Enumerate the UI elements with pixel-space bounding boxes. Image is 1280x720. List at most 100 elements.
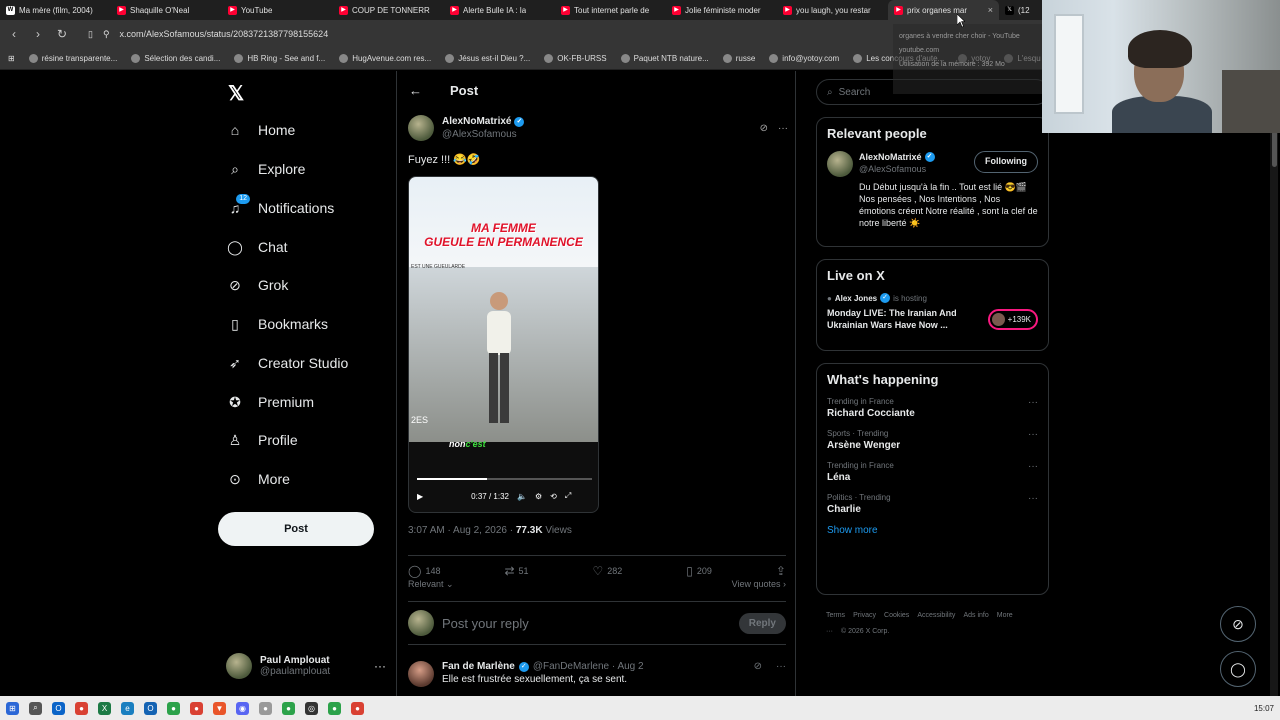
view-quotes-link[interactable]: View quotes ›: [732, 579, 786, 590]
trend-item[interactable]: Trending in France Richard Cocciante ···: [827, 397, 1038, 419]
reply-action[interactable]: ◯ 148: [408, 564, 440, 578]
live-show-title[interactable]: Monday LIVE: The Iranian And Ukrainian W…: [827, 307, 982, 331]
site-info-icon[interactable]: ⚲: [103, 29, 110, 40]
nav-item-profile[interactable]: ♙ Profile: [226, 428, 298, 452]
footer-link[interactable]: Cookies: [884, 612, 909, 619]
avatar[interactable]: [827, 151, 853, 177]
discord-icon[interactable]: ◉: [236, 701, 249, 715]
chrome-icon[interactable]: ●: [75, 701, 88, 715]
show-more-link[interactable]: Show more: [827, 525, 1038, 536]
account-more-icon[interactable]: ···: [374, 659, 386, 673]
bookmark-action[interactable]: ▯ 209: [686, 564, 712, 578]
account-switcher[interactable]: Paul Amplouat @paulamplouat ···: [226, 649, 386, 683]
nav-item-notifications[interactable]: ♫ 12 Notifications: [226, 194, 334, 220]
chrome-6-icon[interactable]: ●: [328, 701, 341, 715]
bookmark-item[interactable]: Paquet NTB nature...: [620, 54, 709, 63]
bookmark-item[interactable]: Sélection des candi...: [131, 54, 220, 63]
bookmark-item[interactable]: info@yotoy.com: [769, 54, 839, 63]
chrome-3-icon[interactable]: ●: [190, 701, 203, 715]
bookmark-item[interactable]: russe: [722, 54, 755, 63]
edge-icon[interactable]: e: [121, 701, 134, 715]
x-logo-icon[interactable]: 𝕏: [228, 81, 244, 106]
reply-avatar[interactable]: [408, 661, 434, 687]
windows-start-icon[interactable]: ⊞: [6, 701, 19, 715]
url-text[interactable]: x.com/AlexSofamous/status/20837213877981…: [120, 29, 329, 39]
outlook-2-icon[interactable]: O: [144, 701, 157, 715]
trend-more-icon[interactable]: ···: [1028, 461, 1038, 483]
following-button[interactable]: Following: [974, 151, 1038, 173]
obs-icon[interactable]: ◎: [305, 701, 318, 715]
scrollbar[interactable]: [1270, 71, 1278, 696]
trend-more-icon[interactable]: ···: [1028, 397, 1038, 419]
browser-tab[interactable]: ▶ Alerte Bulle IA : la: [444, 0, 555, 20]
trend-more-icon[interactable]: ···: [1028, 429, 1038, 451]
search-icon[interactable]: ⌕: [29, 701, 42, 715]
chrome-5-icon[interactable]: ●: [282, 701, 295, 715]
outlook-icon[interactable]: O: [52, 701, 65, 715]
share-action[interactable]: ⇪: [776, 564, 786, 578]
author-handle[interactable]: @AlexSofamous: [442, 128, 524, 141]
sort-dropdown[interactable]: Relevant ⌄: [408, 579, 454, 590]
browser-tab[interactable]: ▶ Jolie féministe moder: [666, 0, 777, 20]
author-avatar[interactable]: [408, 115, 434, 141]
nav-item-creator-studio[interactable]: ➶ Creator Studio: [226, 351, 348, 375]
fullscreen-icon[interactable]: ⤢: [565, 491, 571, 501]
footer-link[interactable]: Privacy: [853, 612, 876, 619]
chrome-7-icon[interactable]: ●: [351, 701, 364, 715]
browser-tab[interactable]: ▶ you laugh, you restar: [777, 0, 888, 20]
live-listener-count[interactable]: +139K: [987, 308, 1038, 330]
nav-item-premium[interactable]: ✪ Premium: [226, 390, 314, 414]
browser-tab[interactable]: W Ma mère (film, 2004): [0, 0, 111, 20]
footer-link[interactable]: Terms: [826, 612, 845, 619]
back-icon[interactable]: ←: [409, 83, 422, 98]
forward-arrow-icon[interactable]: ›: [32, 27, 44, 41]
trend-item[interactable]: Trending in France Léna ···: [827, 461, 1038, 483]
browser-tab[interactable]: ▶ COUP DE TONNERR: [333, 0, 444, 20]
reply-author-name[interactable]: Fan de Marlène: [442, 661, 515, 672]
browser-tab[interactable]: ▶ prix organes mar ×: [888, 0, 999, 20]
play-icon[interactable]: ▶: [417, 492, 423, 501]
excel-icon[interactable]: X: [98, 701, 111, 715]
relevant-person-handle[interactable]: @AlexSofamous: [859, 163, 968, 175]
reload-icon[interactable]: ↻: [56, 27, 68, 41]
browser-tab[interactable]: ▶ YouTube: [222, 0, 333, 20]
video-player[interactable]: MA FEMME GUEULE EN PERMANENCE EST UNE GU…: [408, 176, 599, 513]
reply-post[interactable]: Fan de Marlène ✓ @FanDeMarlene · Aug 2 ⊘…: [408, 661, 786, 687]
bookmark-item[interactable]: résine transparente...: [28, 54, 117, 63]
browser-tab[interactable]: ▶ Shaquille O'Neal: [111, 0, 222, 20]
grok-icon[interactable]: ⊘: [754, 661, 762, 672]
like-action[interactable]: ♡ 282: [593, 564, 623, 578]
chat-fab-icon[interactable]: ◯: [1220, 651, 1256, 687]
trend-item[interactable]: Sports · Trending Arsène Wenger ···: [827, 429, 1038, 451]
bookmark-item[interactable]: OK-FB-URSS: [544, 54, 607, 63]
post-button[interactable]: Post: [218, 512, 374, 546]
close-tab-icon[interactable]: ×: [988, 5, 993, 15]
back-arrow-icon[interactable]: ‹: [8, 27, 20, 41]
loop-icon[interactable]: ⟲: [550, 492, 557, 501]
bookmark-item[interactable]: Jésus est-il Dieu ?...: [445, 54, 530, 63]
bookmark-item[interactable]: HB Ring - See and f...: [234, 54, 325, 63]
footer-link[interactable]: © 2026 X Corp.: [841, 628, 889, 635]
live-item[interactable]: Monday LIVE: The Iranian And Ukrainian W…: [827, 307, 1038, 331]
footer-link[interactable]: Accessibility: [917, 612, 955, 619]
chrome-2-icon[interactable]: ●: [167, 701, 180, 715]
trend-item[interactable]: Politics · Trending Charlie ···: [827, 493, 1038, 515]
reply-handle[interactable]: @FanDeMarlene · Aug 2: [533, 661, 644, 672]
chrome-4-icon[interactable]: ●: [259, 701, 272, 715]
reply-button[interactable]: Reply: [738, 612, 786, 634]
post-timestamp[interactable]: 3:07 AM · Aug 2, 2026 ·: [408, 525, 516, 536]
nav-item-bookmarks[interactable]: ▯ Bookmarks: [226, 312, 328, 336]
repost-action[interactable]: ⇄ 51: [504, 564, 528, 578]
reply-input[interactable]: Post your reply: [442, 616, 731, 631]
volume-icon[interactable]: 🔈: [517, 492, 527, 501]
browser-tab[interactable]: ▶ Tout internet parle de: [555, 0, 666, 20]
bookmark-star-icon[interactable]: ▯: [88, 29, 93, 40]
grok-icon[interactable]: ⊘: [760, 123, 768, 134]
bookmark-item[interactable]: HugAvenue.com res...: [339, 54, 431, 63]
apps-grid-icon[interactable]: ⊞: [8, 54, 15, 63]
nav-item-home[interactable]: ⌂ Home: [226, 118, 296, 142]
relevant-person-name[interactable]: AlexNoMatrixé: [859, 151, 922, 163]
nav-item-more[interactable]: ⊙ More: [226, 467, 290, 491]
nav-item-grok[interactable]: ⊘ Grok: [226, 273, 288, 297]
grok-fab-icon[interactable]: ⊘: [1220, 606, 1256, 642]
